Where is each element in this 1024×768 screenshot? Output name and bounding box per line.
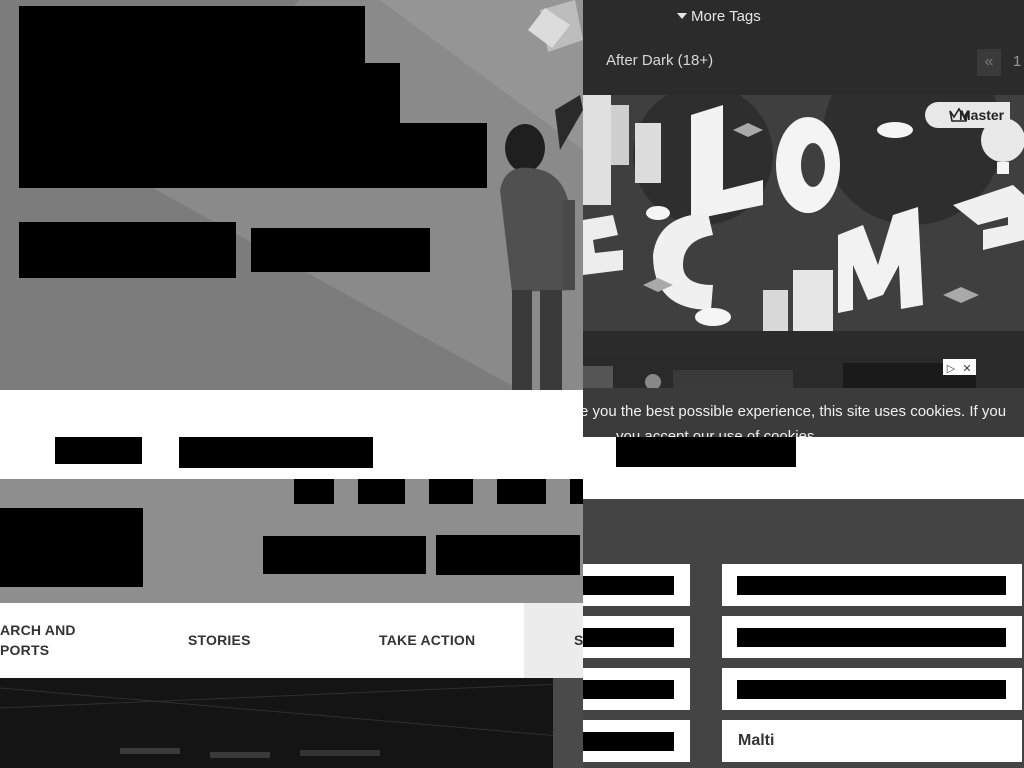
more-tags-label: More Tags: [691, 8, 761, 25]
screenshot-root: ARCH AND PORTS STORIES TAKE ACTION S Mor…: [0, 0, 1024, 768]
redacted-header-button[interactable]: [263, 536, 426, 574]
language-option[interactable]: [722, 564, 1022, 606]
pager-prev-button[interactable]: «: [977, 49, 1001, 76]
redacted-hero-title-block: [19, 6, 365, 188]
nav-item-label: PORTS: [0, 642, 50, 658]
language-option[interactable]: [583, 616, 690, 658]
welcome-banner-image: [583, 95, 1024, 331]
cookie-banner-right: e you the best possible experience, this…: [583, 388, 1024, 437]
language-option[interactable]: [583, 720, 690, 762]
redacted-hero-button[interactable]: [251, 228, 430, 272]
language-option-malti[interactable]: Malti: [722, 720, 1022, 762]
crown-icon: [949, 107, 969, 122]
language-option[interactable]: [583, 668, 690, 710]
cookie-notice-text: e you the best possible experience, this…: [583, 403, 1007, 420]
redacted-cookie-accept-button[interactable]: [616, 437, 796, 467]
filter-after-dark[interactable]: After Dark (18+): [606, 52, 713, 69]
nav-item-stories[interactable]: STORIES: [188, 630, 251, 650]
ad-image: [583, 358, 976, 388]
redacted-cookie-text: [55, 437, 142, 464]
photo-fence-scene: [0, 678, 583, 768]
adchoices-icon[interactable]: ▷: [943, 361, 959, 377]
redacted-utility-link[interactable]: [358, 479, 405, 504]
welcome-illustration: [583, 95, 1024, 331]
language-selector: Malti: [583, 499, 1024, 768]
redacted-utility-link[interactable]: [294, 479, 334, 504]
close-icon[interactable]: ✕: [959, 361, 975, 377]
main-navigation: ARCH AND PORTS STORIES TAKE ACTION S: [0, 603, 583, 678]
language-option[interactable]: [722, 616, 1022, 658]
cookie-notice-text: you accept our use of cookies.: [616, 428, 819, 437]
redacted-utility-link[interactable]: [429, 479, 473, 504]
language-option[interactable]: [583, 564, 690, 606]
language-label: Malti: [738, 732, 775, 749]
redacted-language-label: [737, 680, 1006, 699]
redacted-language-label: [737, 628, 1006, 647]
advertisement-banner[interactable]: [583, 358, 976, 388]
nav-item-take-action[interactable]: TAKE ACTION: [379, 630, 475, 650]
secondary-header: [0, 479, 583, 603]
more-tags-toggle[interactable]: More Tags: [677, 8, 761, 25]
ad-controls: ▷ ✕: [943, 359, 976, 375]
redacted-site-logo[interactable]: [0, 508, 143, 587]
redacted-utility-link[interactable]: [497, 479, 546, 504]
pager-page-number[interactable]: 1: [1013, 53, 1021, 70]
redacted-language-label: [583, 628, 674, 647]
redacted-language-label: [583, 680, 674, 699]
hero-banner: [0, 0, 583, 390]
redacted-language-label: [583, 732, 674, 751]
redacted-language-label: [583, 576, 674, 595]
nav-item-label: ARCH AND: [0, 622, 76, 638]
nav-item-research-and-reports[interactable]: ARCH AND PORTS: [0, 620, 76, 660]
language-option[interactable]: [722, 668, 1022, 710]
redacted-header-button[interactable]: [436, 535, 580, 575]
caret-down-icon: [677, 13, 687, 19]
redacted-cookie-link[interactable]: [179, 437, 373, 468]
right-panel: More Tags After Dark (18+) « 1 Master ▷ …: [583, 0, 1024, 768]
hero-photo: [0, 678, 583, 768]
redacted-hero-title-block: [365, 63, 400, 188]
redacted-language-label: [737, 576, 1006, 595]
redacted-hero-button[interactable]: [19, 222, 236, 278]
nav-item-truncated[interactable]: S: [574, 630, 583, 650]
left-panel: ARCH AND PORTS STORIES TAKE ACTION S: [0, 0, 583, 768]
cookie-banner-left: [0, 390, 583, 479]
redacted-utility-link[interactable]: [570, 479, 583, 504]
cookie-accept-area: [583, 437, 1024, 499]
redacted-hero-title-block: [400, 123, 487, 188]
